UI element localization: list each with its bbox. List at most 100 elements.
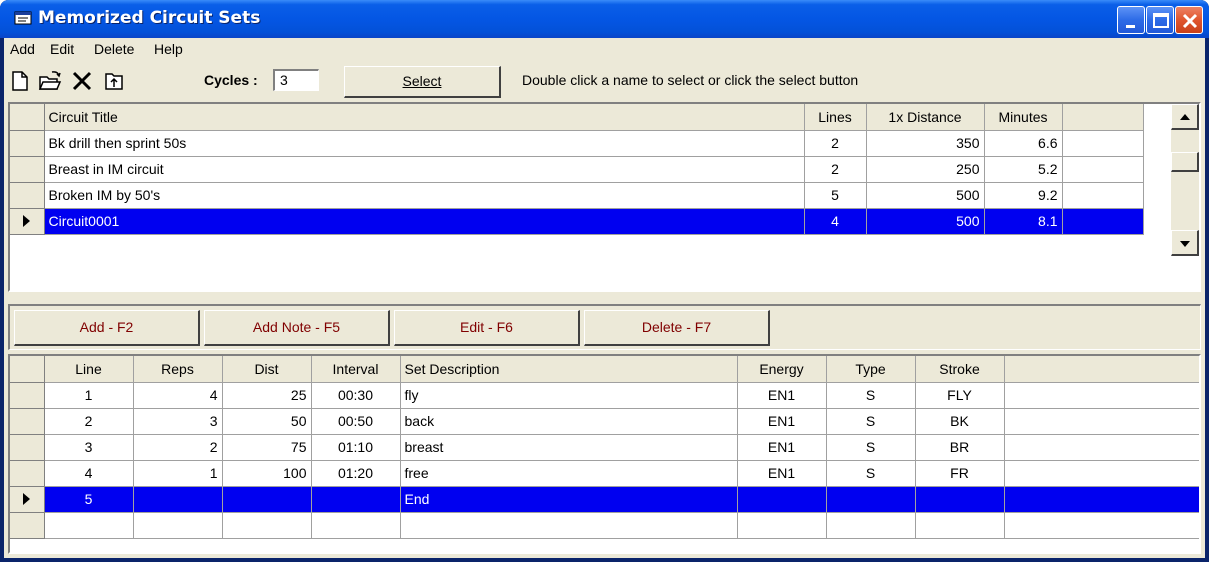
energy-cell[interactable]: EN1 (737, 382, 827, 409)
minutes-cell[interactable]: 9.2 (984, 182, 1063, 209)
column-header[interactable]: Energy (737, 356, 827, 383)
energy-cell[interactable] (737, 486, 827, 513)
delete-button[interactable]: Delete - F7 (584, 310, 770, 346)
minutes-cell[interactable]: 8.1 (984, 208, 1063, 235)
table-row[interactable]: Breast in IM circuit 2 250 5.2 (10, 156, 1144, 183)
type-cell[interactable]: S (826, 408, 916, 435)
add-note-button[interactable]: Add Note - F5 (204, 310, 390, 346)
interval-cell[interactable]: 00:50 (311, 408, 401, 435)
stroke-cell[interactable]: BK (915, 408, 1005, 435)
empty-cell[interactable] (915, 512, 1005, 539)
table-row[interactable]: 1 4 25 00:30 fly EN1 S FLY (10, 382, 1199, 409)
column-header[interactable]: Dist (222, 356, 312, 383)
empty-cell[interactable] (311, 512, 401, 539)
distance-cell[interactable]: 500 (866, 208, 985, 235)
row-selector[interactable] (10, 104, 45, 131)
cycles-input[interactable]: 3 (273, 69, 319, 91)
lines-cell[interactable]: 5 (804, 182, 867, 209)
column-header[interactable]: Circuit Title (44, 104, 805, 131)
empty-cell[interactable] (737, 512, 827, 539)
column-header[interactable]: Line (44, 356, 134, 383)
type-cell[interactable]: S (826, 434, 916, 461)
vertical-scrollbar[interactable] (1171, 104, 1199, 256)
column-header[interactable]: 1x Distance (866, 104, 985, 131)
empty-cell[interactable] (1062, 182, 1144, 209)
row-selector[interactable] (10, 156, 45, 183)
circuit-title-cell[interactable]: Circuit0001 (44, 208, 805, 235)
add-button[interactable]: Add - F2 (14, 310, 200, 346)
line-cell[interactable]: 3 (44, 434, 134, 461)
interval-cell[interactable]: 01:10 (311, 434, 401, 461)
table-row[interactable]: 4 1 100 01:20 free EN1 S FR (10, 460, 1199, 487)
reps-cell[interactable]: 2 (133, 434, 223, 461)
menu-help[interactable]: Help (154, 41, 183, 57)
table-row-new[interactable] (10, 512, 1199, 539)
energy-cell[interactable]: EN1 (737, 460, 827, 487)
circuit-title-cell[interactable]: Bk drill then sprint 50s (44, 130, 805, 157)
empty-cell[interactable] (222, 512, 312, 539)
stroke-cell[interactable]: FLY (915, 382, 1005, 409)
scroll-up-button[interactable] (1171, 104, 1199, 130)
interval-cell[interactable]: 00:30 (311, 382, 401, 409)
description-cell[interactable]: free (400, 460, 738, 487)
empty-cell[interactable] (1004, 408, 1199, 435)
distance-cell[interactable]: 250 (866, 156, 985, 183)
stroke-cell[interactable]: BR (915, 434, 1005, 461)
description-cell[interactable]: breast (400, 434, 738, 461)
column-header[interactable]: Set Description (400, 356, 738, 383)
menu-add[interactable]: Add (10, 41, 35, 57)
dist-cell[interactable]: 100 (222, 460, 312, 487)
reps-cell[interactable]: 1 (133, 460, 223, 487)
close-button[interactable] (1175, 6, 1203, 34)
edit-button[interactable]: Edit - F6 (394, 310, 580, 346)
type-cell[interactable] (826, 486, 916, 513)
open-folder-icon[interactable] (38, 69, 62, 93)
description-cell[interactable]: End (400, 486, 738, 513)
line-cell[interactable]: 4 (44, 460, 134, 487)
line-cell[interactable]: 2 (44, 408, 134, 435)
line-cell[interactable]: 1 (44, 382, 134, 409)
description-cell[interactable]: back (400, 408, 738, 435)
interval-cell[interactable] (311, 486, 401, 513)
type-cell[interactable]: S (826, 460, 916, 487)
minimize-button[interactable] (1117, 6, 1145, 34)
row-selector[interactable] (10, 382, 45, 409)
empty-cell[interactable] (1062, 208, 1144, 235)
table-row-selected[interactable]: 5 End (10, 486, 1199, 513)
table-row[interactable]: Broken IM by 50's 5 500 9.2 (10, 182, 1144, 209)
energy-cell[interactable]: EN1 (737, 434, 827, 461)
column-header[interactable]: Minutes (984, 104, 1063, 131)
empty-cell[interactable] (133, 512, 223, 539)
empty-cell[interactable] (44, 512, 134, 539)
table-row[interactable]: 3 2 75 01:10 breast EN1 S BR (10, 434, 1199, 461)
row-selector[interactable] (10, 486, 45, 513)
empty-cell[interactable] (1004, 434, 1199, 461)
interval-cell[interactable]: 01:20 (311, 460, 401, 487)
lines-cell[interactable]: 2 (804, 156, 867, 183)
empty-cell[interactable] (1004, 512, 1199, 539)
column-header[interactable]: Lines (804, 104, 867, 131)
type-cell[interactable]: S (826, 382, 916, 409)
line-cell[interactable]: 5 (44, 486, 134, 513)
empty-cell[interactable] (826, 512, 916, 539)
distance-cell[interactable]: 350 (866, 130, 985, 157)
description-cell[interactable]: fly (400, 382, 738, 409)
circuit-title-cell[interactable]: Breast in IM circuit (44, 156, 805, 183)
empty-cell[interactable] (1004, 382, 1199, 409)
reps-cell[interactable] (133, 486, 223, 513)
dist-cell[interactable] (222, 486, 312, 513)
row-selector[interactable] (10, 130, 45, 157)
empty-cell[interactable] (1062, 156, 1144, 183)
empty-cell[interactable] (1062, 130, 1144, 157)
menu-delete[interactable]: Delete (94, 41, 134, 57)
row-selector[interactable] (10, 208, 45, 235)
minutes-cell[interactable]: 5.2 (984, 156, 1063, 183)
row-selector[interactable] (10, 356, 45, 383)
reps-cell[interactable]: 3 (133, 408, 223, 435)
energy-cell[interactable]: EN1 (737, 408, 827, 435)
maximize-button[interactable] (1146, 6, 1174, 34)
select-button[interactable]: Select (344, 66, 501, 98)
column-header[interactable] (1062, 104, 1144, 131)
column-header[interactable]: Stroke (915, 356, 1005, 383)
dist-cell[interactable]: 25 (222, 382, 312, 409)
